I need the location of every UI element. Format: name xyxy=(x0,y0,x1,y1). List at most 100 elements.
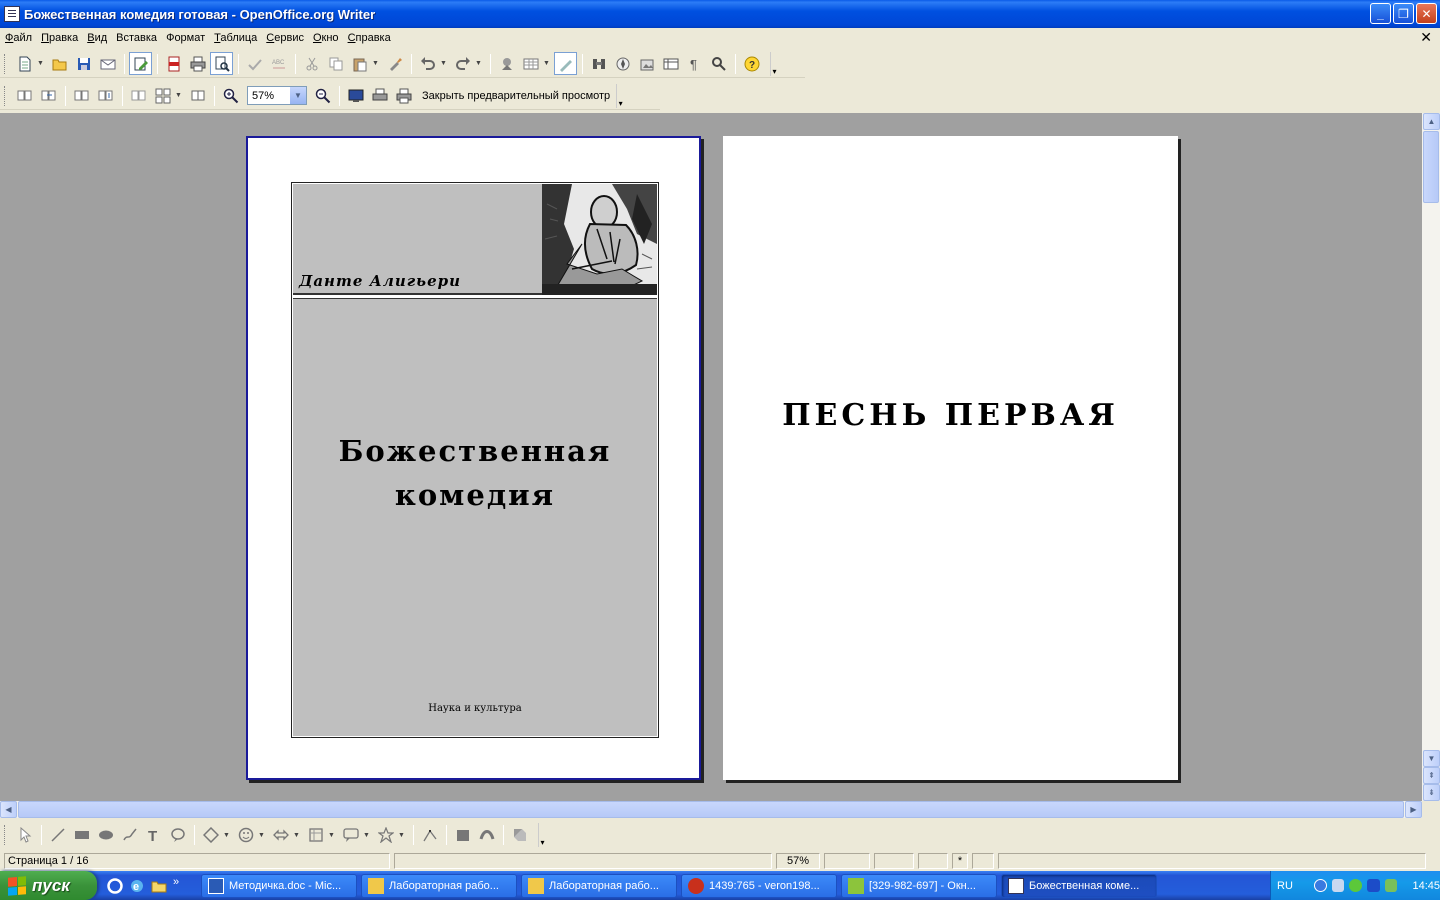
stars-dropdown-arrow[interactable]: ▼ xyxy=(398,832,406,839)
writer-app-icon[interactable] xyxy=(4,6,20,22)
undo-button[interactable] xyxy=(416,52,439,75)
status-selection-mode[interactable] xyxy=(918,853,948,869)
preview-workspace[interactable]: Данте Алигьери Божественная комедия Наук… xyxy=(0,113,1422,801)
document-begin-button[interactable] xyxy=(70,84,93,107)
text-tool-button[interactable]: T xyxy=(142,824,165,847)
callouts-tool-button[interactable] xyxy=(166,824,189,847)
clock[interactable]: 14:45 xyxy=(1412,880,1440,892)
taskbar-item-folder-2[interactable]: Лабораторная рабо... xyxy=(521,873,677,898)
basic-shapes-button[interactable] xyxy=(199,824,222,847)
status-page-style[interactable] xyxy=(394,853,772,869)
undo-dropdown-arrow[interactable]: ▼ xyxy=(440,60,448,67)
symbol-shapes-dropdown-arrow[interactable]: ▼ xyxy=(258,832,266,839)
zoom-in-button[interactable] xyxy=(219,84,242,107)
bluetooth-icon[interactable] xyxy=(1367,879,1380,892)
hyperlink-button[interactable] xyxy=(495,52,518,75)
toolbar-options-arrow[interactable]: ▾ xyxy=(538,823,546,847)
language-indicator[interactable]: RU xyxy=(1277,880,1293,892)
menu-tools[interactable]: Сервис xyxy=(263,32,307,44)
status-page-number[interactable]: Страница 1 / 16 xyxy=(4,853,390,869)
stars-button[interactable] xyxy=(374,824,397,847)
taskbar-item-word[interactable]: Методичка.doc - Mic... xyxy=(201,873,357,898)
flowcharts-button[interactable] xyxy=(304,824,327,847)
book-preview-button[interactable] xyxy=(186,84,209,107)
show-draw-functions-button[interactable] xyxy=(554,52,577,75)
toolbar-options-arrow[interactable]: ▾ xyxy=(616,83,624,108)
new-document-button[interactable] xyxy=(13,52,36,75)
status-document-modified[interactable]: * xyxy=(952,853,968,869)
close-window-button[interactable]: ✕ xyxy=(1416,3,1437,24)
previous-page-button[interactable] xyxy=(13,84,36,107)
from-file-button[interactable] xyxy=(451,824,474,847)
horizontal-scrollbar[interactable]: ◀ ▶ xyxy=(0,801,1422,818)
menu-view[interactable]: Вид xyxy=(84,32,110,44)
redo-dropdown-arrow[interactable]: ▼ xyxy=(475,60,483,67)
explorer-folder-icon[interactable] xyxy=(151,878,167,894)
multiple-pages-button[interactable] xyxy=(151,84,174,107)
restore-button[interactable]: ❐ xyxy=(1393,3,1414,24)
formatting-marks-button[interactable]: ¶ xyxy=(683,52,706,75)
line-tool-button[interactable] xyxy=(46,824,69,847)
menu-help[interactable]: Справка xyxy=(345,32,394,44)
toolbar-grip[interactable] xyxy=(4,85,8,106)
document-end-button[interactable] xyxy=(94,84,117,107)
next-page-button[interactable] xyxy=(37,84,60,107)
status-insert-mode[interactable] xyxy=(874,853,914,869)
quick-launch-more[interactable]: » xyxy=(173,876,179,888)
close-document-button[interactable]: ✕ xyxy=(1420,29,1432,46)
menu-edit[interactable]: Правка xyxy=(38,32,81,44)
multiple-pages-dropdown-arrow[interactable]: ▼ xyxy=(175,92,183,99)
taskbar-item-chat[interactable]: [329-982-697] - Окн... xyxy=(841,873,997,898)
data-sources-button[interactable] xyxy=(659,52,682,75)
toolbar-options-arrow[interactable]: ▾ xyxy=(770,51,778,76)
chevron-down-icon[interactable]: ▼ xyxy=(290,87,306,104)
menu-format[interactable]: Формат xyxy=(163,32,208,44)
basic-shapes-dropdown-arrow[interactable]: ▼ xyxy=(223,832,231,839)
ellipse-tool-button[interactable] xyxy=(94,824,117,847)
page-preview-button[interactable] xyxy=(210,52,233,75)
zoom-button[interactable] xyxy=(707,52,730,75)
select-tool-button[interactable] xyxy=(13,824,36,847)
next-page-scroll-button[interactable]: ⇟ xyxy=(1423,784,1440,801)
zoom-out-button[interactable] xyxy=(311,84,334,107)
minimize-button[interactable]: _ xyxy=(1370,3,1391,24)
points-button[interactable] xyxy=(418,824,441,847)
opera-icon[interactable] xyxy=(107,877,123,894)
scroll-up-button[interactable]: ▲ xyxy=(1423,113,1440,130)
toolbar-grip[interactable] xyxy=(4,53,8,74)
status-zoom[interactable]: 57% xyxy=(776,853,820,869)
new-dropdown-arrow[interactable]: ▼ xyxy=(37,60,45,67)
symbol-shapes-button[interactable] xyxy=(234,824,257,847)
menu-window[interactable]: Окно xyxy=(310,32,342,44)
export-pdf-button[interactable] xyxy=(162,52,185,75)
save-button[interactable] xyxy=(72,52,95,75)
toolbar-grip[interactable] xyxy=(4,825,8,845)
preview-page-2[interactable]: ПЕСНЬ ПЕРВАЯ xyxy=(723,136,1178,780)
taskbar-item-writer[interactable]: Божественная коме... xyxy=(1001,873,1157,898)
status-language[interactable] xyxy=(824,853,870,869)
freeform-tool-button[interactable] xyxy=(118,824,141,847)
start-button[interactable]: пуск xyxy=(0,871,97,900)
table-dropdown-arrow[interactable]: ▼ xyxy=(543,60,551,67)
block-arrows-button[interactable] xyxy=(269,824,292,847)
horizontal-scroll-thumb[interactable] xyxy=(18,801,1404,818)
print-page-view-button[interactable] xyxy=(392,84,415,107)
scroll-down-button[interactable]: ▼ xyxy=(1423,750,1440,767)
block-arrows-dropdown-arrow[interactable]: ▼ xyxy=(293,832,301,839)
rectangle-tool-button[interactable] xyxy=(70,824,93,847)
callouts-shapes-dropdown-arrow[interactable]: ▼ xyxy=(363,832,371,839)
email-button[interactable] xyxy=(96,52,119,75)
find-replace-button[interactable] xyxy=(587,52,610,75)
help-button[interactable]: ? xyxy=(740,52,763,75)
print-button[interactable] xyxy=(186,52,209,75)
flowcharts-dropdown-arrow[interactable]: ▼ xyxy=(328,832,336,839)
menu-table[interactable]: Таблица xyxy=(211,32,260,44)
tray-collapse-icon[interactable] xyxy=(1313,879,1327,892)
previous-page-scroll-button[interactable]: ⇞ xyxy=(1423,767,1440,784)
icq-flower-icon[interactable] xyxy=(1349,879,1363,892)
edit-file-button[interactable] xyxy=(129,52,152,75)
paste-button[interactable] xyxy=(348,52,371,75)
network-icon[interactable] xyxy=(1331,879,1345,892)
table-button[interactable] xyxy=(519,52,542,75)
menu-file[interactable]: Файл xyxy=(2,32,35,44)
